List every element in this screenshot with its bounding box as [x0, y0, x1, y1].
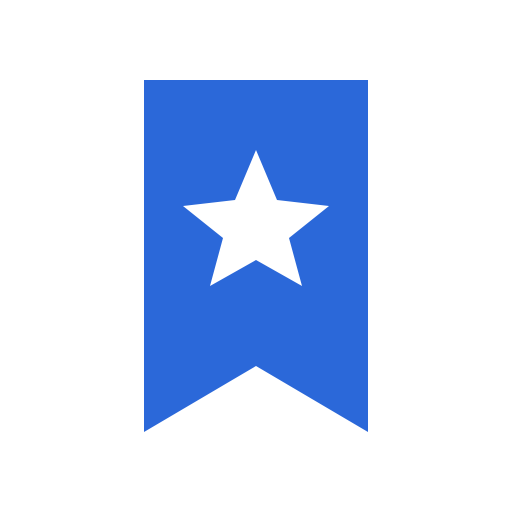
bookmark-svg [144, 80, 368, 432]
icon-canvas [0, 0, 512, 512]
bookmark-star-icon[interactable] [0, 0, 512, 512]
